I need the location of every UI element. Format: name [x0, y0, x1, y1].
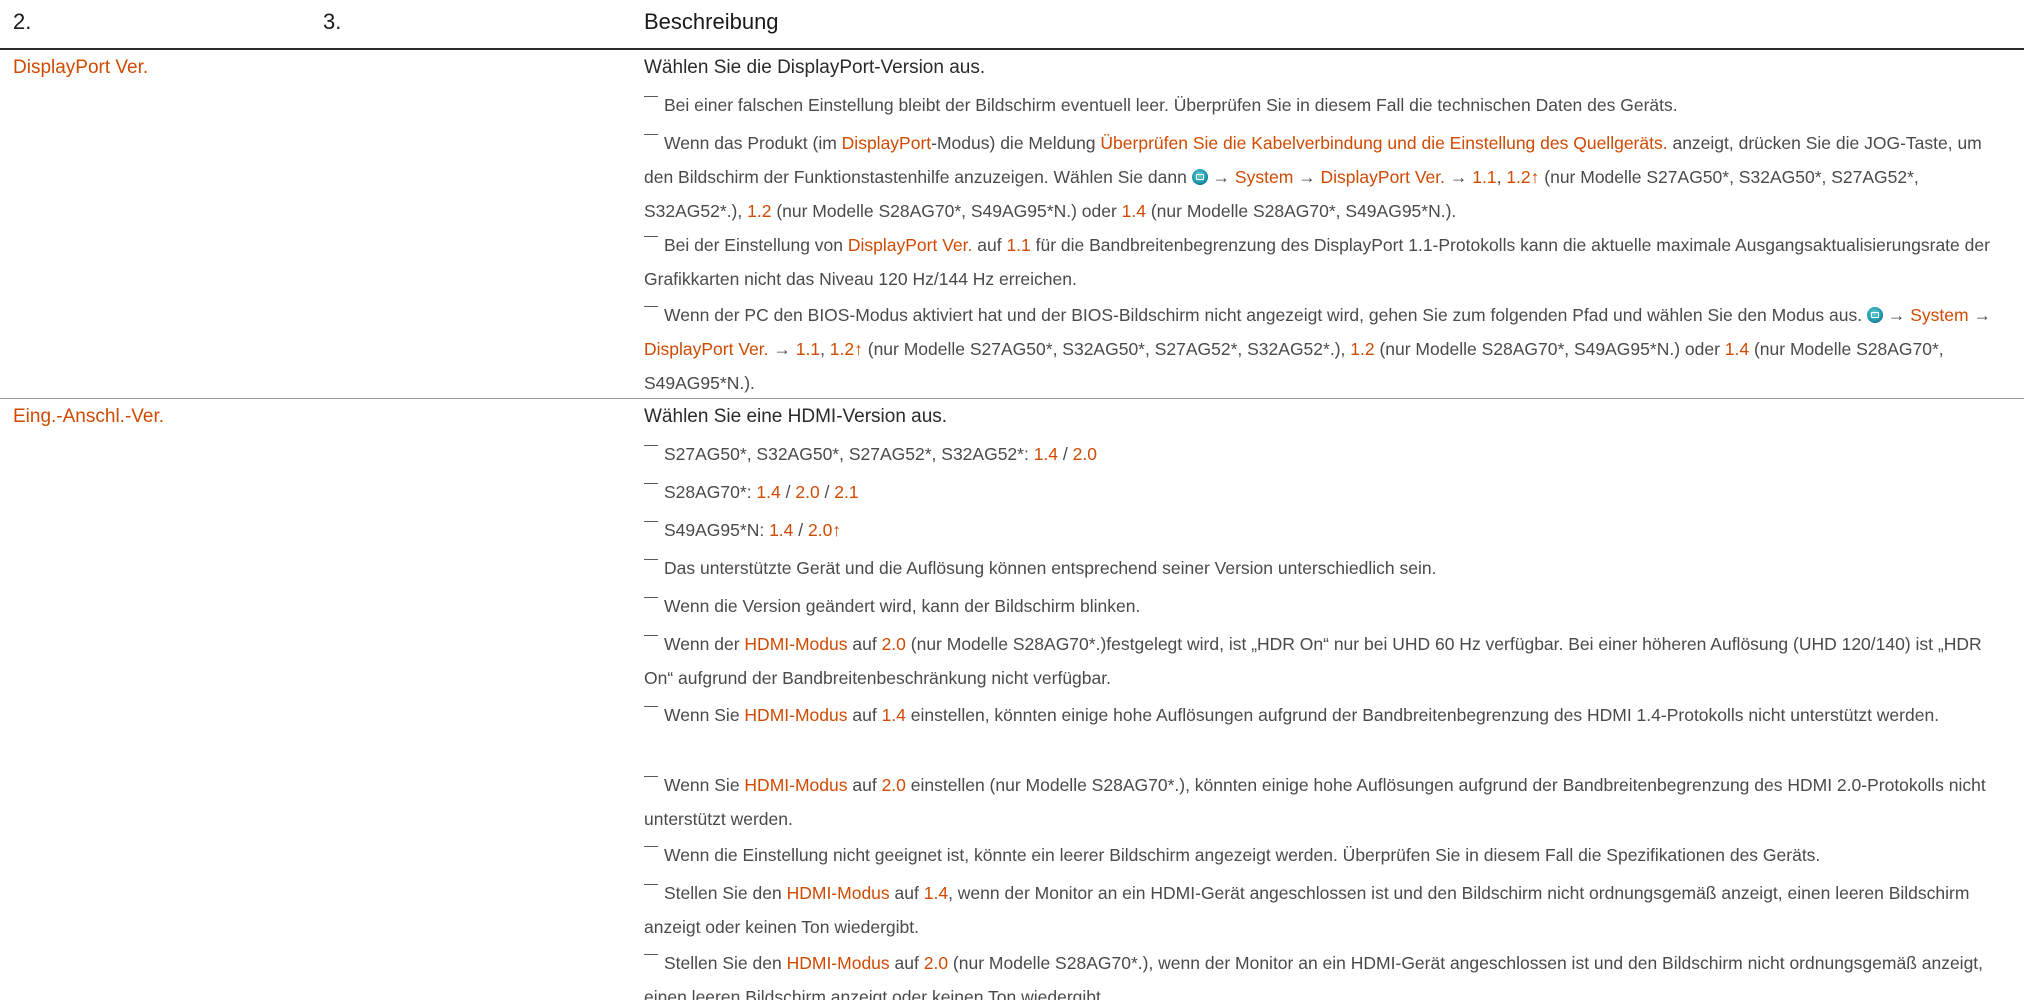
menu-icon [1191, 169, 1208, 185]
note: Bei der Einstellung von DisplayPort Ver.… [644, 235, 1990, 289]
note: Wenn der HDMI-Modus auf 2.0 (nur Modelle… [644, 634, 1982, 688]
row-title-input-version: Wählen Sie eine HDMI-Version aus. [644, 406, 948, 427]
note: Wenn die Version geändert wird, kann der… [644, 589, 2014, 623]
header-col-3: 3. [323, 9, 342, 34]
note: Wenn Sie HDMI-Modus auf 2.0 einstellen (… [644, 775, 1986, 829]
note: Wenn der PC den BIOS-Modus aktiviert hat… [644, 305, 1991, 393]
note: Bei einer falschen Einstellung bleibt de… [644, 88, 2014, 122]
note: Wenn Sie HDMI-Modus auf 1.4 einstellen, … [644, 698, 2014, 732]
note: Stellen Sie den HDMI-Modus auf 1.4, wenn… [644, 883, 1970, 937]
row-title-displayport: Wählen Sie die DisplayPort-Version aus. [644, 57, 986, 78]
note: Stellen Sie den HDMI-Modus auf 2.0 (nur … [644, 953, 1984, 1000]
note: Wenn die Einstellung nicht geeignet ist,… [644, 838, 2014, 872]
row-divider [0, 398, 2024, 399]
note: Wenn das Produkt (im DisplayPort-Modus) … [644, 133, 1982, 221]
note: S27AG50*, S32AG50*, S27AG52*, S32AG52*: … [644, 437, 2014, 471]
note: S49AG95*N: 1.4 / 2.0↑ [644, 513, 2014, 547]
note: S28AG70*: 1.4 / 2.0 / 2.1 [644, 475, 2014, 509]
menu-icon [1866, 307, 1883, 323]
note: Das unterstützte Gerät und die Auflösung… [644, 551, 2014, 585]
header-description: Beschreibung [644, 9, 779, 34]
table-header: 2. 3. Beschreibung [0, 0, 2024, 50]
row-label-input-version: Eing.-Anschl.-Ver. [13, 406, 165, 427]
header-col-2: 2. [13, 9, 32, 34]
row-label-displayport: DisplayPort Ver. [13, 57, 149, 78]
